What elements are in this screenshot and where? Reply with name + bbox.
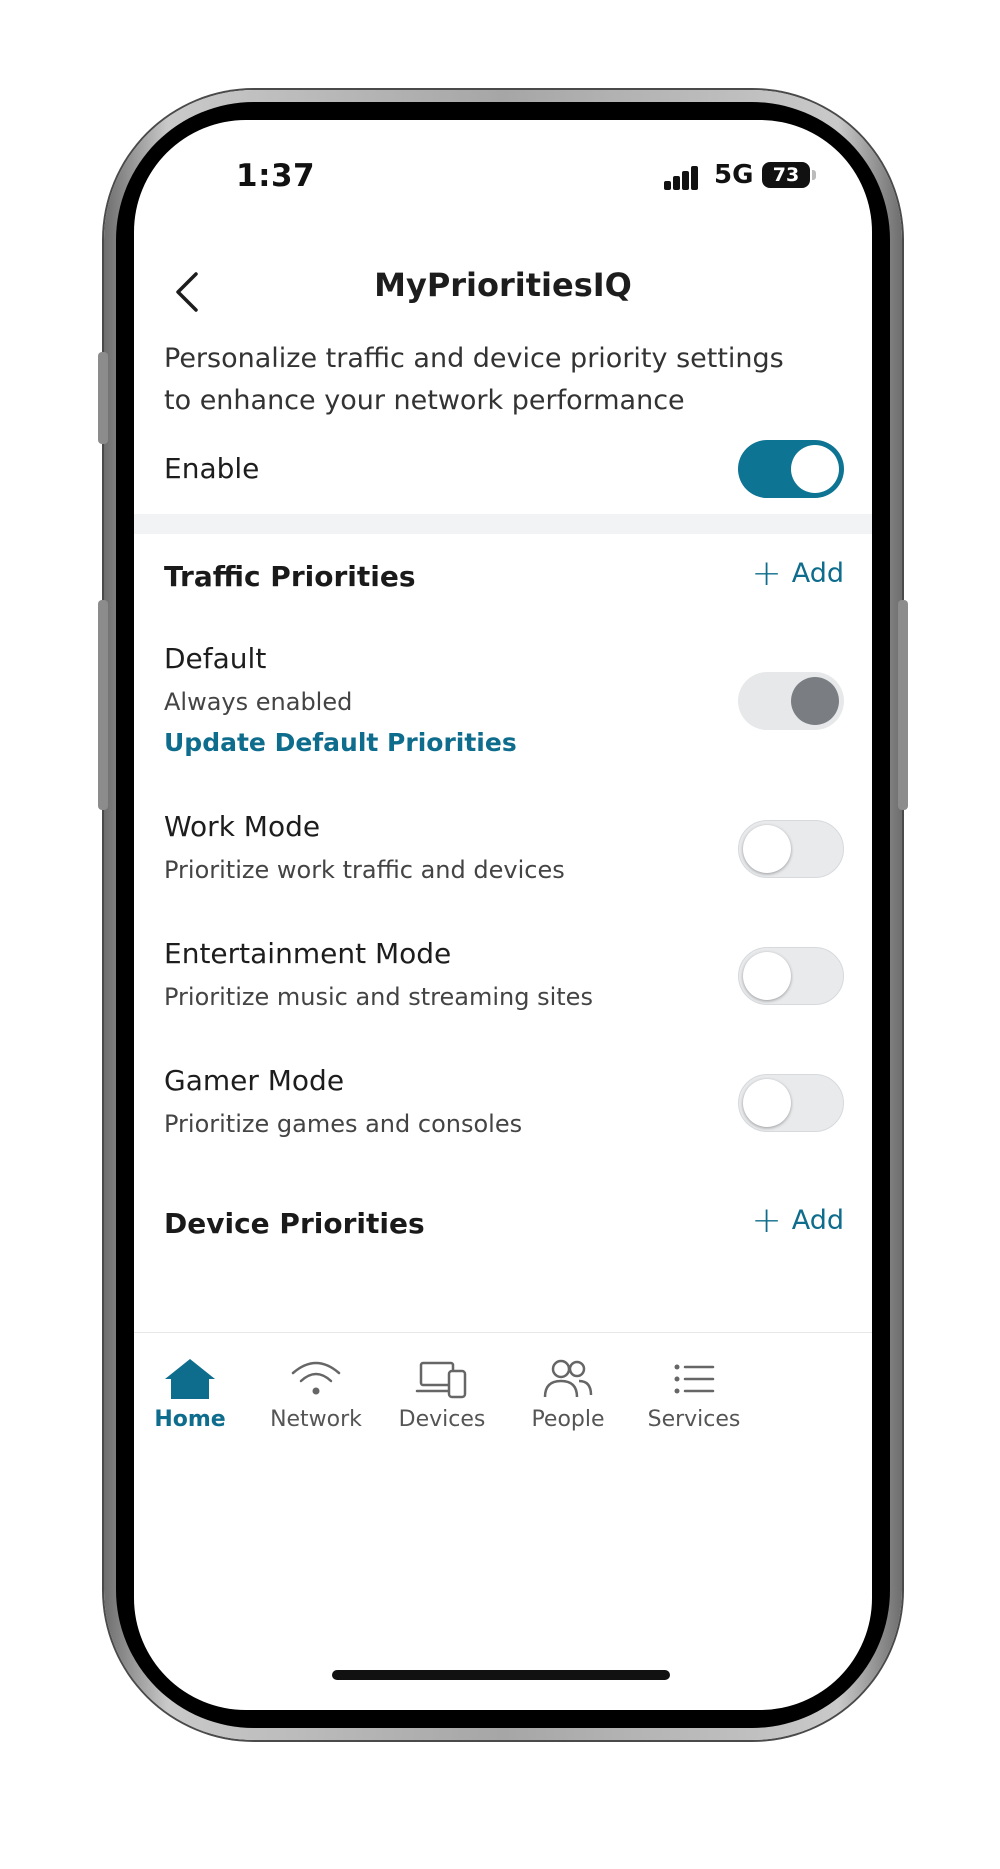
side-button-mute (98, 352, 108, 444)
toggle-knob (791, 445, 839, 493)
nav-item-people[interactable]: People (498, 1357, 638, 1432)
priority-title-gamer-mode: Gamer Mode (164, 1064, 345, 1097)
add-label: Add (791, 1205, 844, 1236)
toggle-knob (743, 1079, 791, 1127)
enable-toggle[interactable] (738, 440, 844, 498)
gamer-mode-toggle[interactable] (738, 1074, 844, 1132)
priority-title-work-mode: Work Mode (164, 810, 321, 843)
side-button-volume (98, 600, 108, 810)
work-mode-toggle[interactable] (738, 820, 844, 878)
priority-title-default: Default (164, 642, 267, 675)
people-icon (543, 1359, 593, 1398)
priority-subtitle-default: Always enabled (164, 688, 353, 716)
add-label: Add (791, 558, 844, 589)
nav-label-network: Network (270, 1407, 362, 1432)
enable-label: Enable (164, 452, 260, 485)
wifi-icon (291, 1361, 341, 1395)
traffic-priorities-title: Traffic Priorities (164, 560, 416, 593)
nav-item-home[interactable]: Home (134, 1357, 260, 1432)
priority-subtitle-entertainment-mode: Prioritize music and streaming sites (164, 983, 593, 1011)
bottom-nav: Home Network Devices People Services (134, 1332, 872, 1493)
device-priorities-title: Device Priorities (164, 1207, 425, 1240)
network-type: 5G (714, 160, 754, 190)
status-time: 1:37 (236, 158, 316, 194)
page-description: Personalize traffic and device priority … (164, 343, 784, 416)
home-indicator[interactable] (332, 1670, 670, 1680)
toggle-knob (743, 952, 791, 1000)
section-divider (134, 514, 872, 534)
nav-label-people: People (531, 1407, 605, 1432)
add-device-priority-button[interactable]: + Add (751, 1199, 844, 1241)
default-priority-toggle (738, 672, 844, 730)
toggle-knob (791, 677, 839, 725)
side-button-power (898, 600, 908, 810)
home-icon (165, 1359, 215, 1399)
plus-icon: + (751, 552, 782, 594)
plus-icon: + (751, 1199, 782, 1241)
nav-item-services[interactable]: Services (624, 1357, 764, 1432)
page-title: MyPrioritiesIQ (374, 266, 632, 304)
nav-item-network[interactable]: Network (246, 1357, 386, 1432)
toggle-knob (743, 825, 791, 873)
priority-title-entertainment-mode: Entertainment Mode (164, 937, 452, 970)
battery-level: 73 (772, 164, 800, 186)
devices-icon (415, 1361, 467, 1399)
update-default-priorities-link[interactable]: Update Default Priorities (164, 728, 517, 757)
signal-icon (664, 166, 700, 190)
add-traffic-priority-button[interactable]: + Add (751, 552, 844, 594)
nav-item-devices[interactable]: Devices (372, 1357, 512, 1432)
nav-label-services: Services (647, 1407, 741, 1432)
nav-label-devices: Devices (398, 1407, 486, 1432)
phone-screen: 1:37 5G 73 MyPrioritiesIQ Personalize tr… (134, 120, 872, 1710)
list-icon (674, 1364, 715, 1394)
entertainment-mode-toggle[interactable] (738, 947, 844, 1005)
priority-subtitle-gamer-mode: Prioritize games and consoles (164, 1110, 523, 1138)
priority-subtitle-work-mode: Prioritize work traffic and devices (164, 856, 565, 884)
battery-icon: 73 (762, 162, 816, 188)
nav-label-home: Home (154, 1407, 226, 1432)
